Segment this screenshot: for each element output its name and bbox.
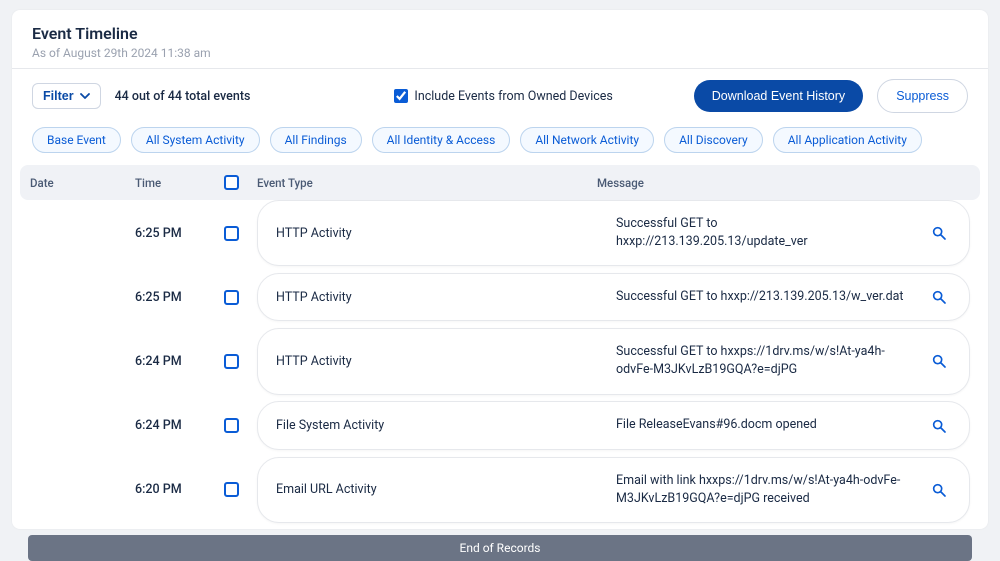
- row-checkbox[interactable]: [224, 226, 239, 241]
- event-table: Date Time Event Type Message 6:25 PM HTT…: [12, 165, 988, 561]
- controls-row: Filter 44 out of 44 total events Include…: [12, 69, 988, 127]
- row-event-type: Email URL Activity: [276, 482, 616, 497]
- suppress-button[interactable]: Suppress: [877, 79, 968, 113]
- page-subtitle: As of August 29th 2024 11:38 am: [32, 46, 968, 60]
- row-checkbox[interactable]: [224, 482, 239, 497]
- table-header: Date Time Event Type Message: [20, 165, 980, 200]
- row-event-type: HTTP Activity: [276, 290, 616, 305]
- search-icon[interactable]: [931, 353, 947, 369]
- table-body: 6:25 PM HTTP Activity Successful GET to …: [20, 200, 980, 523]
- include-owned-checkbox[interactable]: [394, 89, 408, 103]
- event-card: Email URL Activity Email with link hxxps…: [257, 457, 970, 523]
- col-date: Date: [30, 176, 135, 190]
- row-event-type: HTTP Activity: [276, 226, 616, 241]
- row-time: 6:24 PM: [135, 354, 205, 369]
- event-timeline-panel: Event Timeline As of August 29th 2024 11…: [12, 10, 988, 529]
- row-message: Email with link hxxps://1drv.ms/w/s!At-y…: [616, 472, 915, 508]
- row-event-type: File System Activity: [276, 418, 616, 433]
- chip-discovery[interactable]: All Discovery: [664, 127, 763, 153]
- chip-system-activity[interactable]: All System Activity: [131, 127, 260, 153]
- chip-identity-access[interactable]: All Identity & Access: [372, 127, 511, 153]
- chip-network-activity[interactable]: All Network Activity: [520, 127, 654, 153]
- row-time: 6:20 PM: [135, 482, 205, 497]
- event-card: File System Activity File ReleaseEvans#9…: [257, 401, 970, 449]
- event-count: 44 out of 44 total events: [115, 89, 251, 104]
- row-message: File ReleaseEvans#96.docm opened: [616, 416, 915, 434]
- event-card: HTTP Activity Successful GET to hxxps://…: [257, 328, 970, 394]
- row-message: Successful GET to hxxp://213.139.205.13/…: [616, 288, 915, 306]
- row-message: Successful GET to hxxps://1drv.ms/w/s!At…: [616, 343, 915, 379]
- search-icon[interactable]: [931, 289, 947, 305]
- row-time: 6:25 PM: [135, 226, 205, 241]
- table-row: 6:20 PM Email URL Activity Email with li…: [20, 457, 980, 523]
- row-message: Successful GET to hxxp://213.139.205.13/…: [616, 215, 915, 251]
- panel-header: Event Timeline As of August 29th 2024 11…: [12, 10, 988, 69]
- search-icon[interactable]: [931, 482, 947, 498]
- download-history-button[interactable]: Download Event History: [694, 80, 863, 112]
- page-title: Event Timeline: [32, 24, 968, 43]
- chip-findings[interactable]: All Findings: [270, 127, 362, 153]
- chip-application-activity[interactable]: All Application Activity: [773, 127, 922, 153]
- table-row: 6:24 PM File System Activity File Releas…: [20, 395, 980, 457]
- col-event-type: Event Type: [257, 176, 597, 190]
- search-icon[interactable]: [931, 225, 947, 241]
- include-owned-label: Include Events from Owned Devices: [414, 89, 612, 104]
- table-row: 6:25 PM HTTP Activity Successful GET to …: [20, 200, 980, 266]
- filter-button[interactable]: Filter: [32, 83, 101, 109]
- event-card: HTTP Activity Successful GET to hxxp://2…: [257, 273, 970, 321]
- row-checkbox[interactable]: [224, 290, 239, 305]
- chip-base-event[interactable]: Base Event: [32, 127, 121, 153]
- chevron-down-icon: [80, 91, 90, 101]
- filter-chip-row: Base Event All System Activity All Findi…: [12, 127, 988, 165]
- col-message: Message: [597, 176, 922, 190]
- filter-label: Filter: [43, 89, 74, 103]
- row-checkbox[interactable]: [224, 418, 239, 433]
- event-card: HTTP Activity Successful GET to hxxp://2…: [257, 200, 970, 266]
- row-checkbox[interactable]: [224, 354, 239, 369]
- include-owned-devices[interactable]: Include Events from Owned Devices: [394, 89, 612, 104]
- col-time: Time: [135, 176, 205, 190]
- select-all-checkbox[interactable]: [224, 175, 239, 190]
- search-icon[interactable]: [931, 418, 947, 434]
- row-event-type: HTTP Activity: [276, 354, 616, 369]
- row-time: 6:25 PM: [135, 290, 205, 305]
- table-row: 6:24 PM HTTP Activity Successful GET to …: [20, 328, 980, 394]
- row-time: 6:24 PM: [135, 418, 205, 433]
- table-row: 6:25 PM HTTP Activity Successful GET to …: [20, 266, 980, 328]
